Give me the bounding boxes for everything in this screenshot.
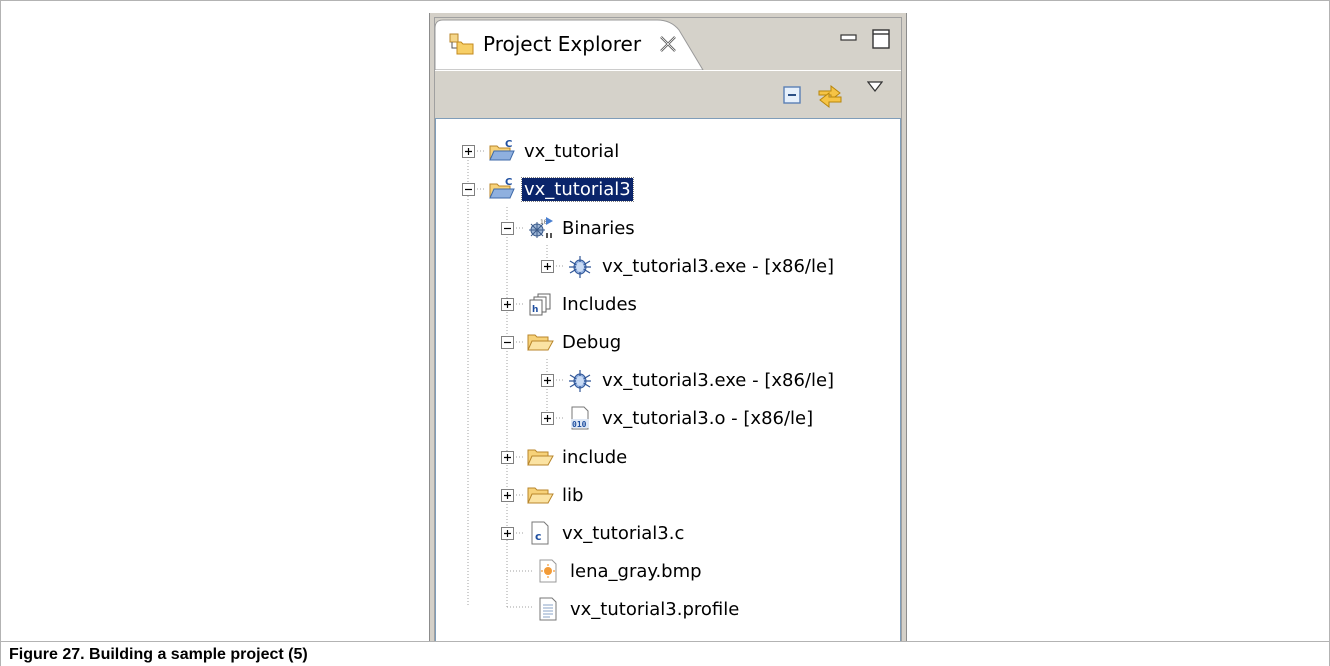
maximize-icon[interactable] [871, 28, 891, 50]
tree-item-label: lena_gray.bmp [570, 560, 702, 582]
project-explorer-view: Project Explorer C vx_tutorial C vx_tuto… [434, 17, 902, 643]
svg-text:C: C [505, 139, 512, 150]
tree-item-lib-folder[interactable]: lib [526, 480, 585, 510]
tree-item-label: vx_tutorial [524, 140, 620, 162]
svg-text:h: h [532, 305, 538, 315]
tree-item-label: vx_tutorial3.exe - [x86/le] [602, 255, 835, 277]
tree-item-label: vx_tutorial3.profile [570, 598, 740, 620]
view-title: Project Explorer [483, 32, 642, 56]
tree-item-label: vx_tutorial3.exe - [x86/le] [602, 369, 835, 391]
collapse-all-icon[interactable] [782, 85, 802, 105]
expand-toggle[interactable] [501, 489, 514, 502]
image-file-icon [539, 559, 557, 583]
bug-executable-icon [569, 256, 591, 278]
figure-caption: Figure 27. Building a sample project (5) [9, 646, 308, 663]
tree-item-label: include [562, 446, 628, 468]
collapse-toggle[interactable] [462, 183, 475, 196]
figure-frame: Project Explorer C vx_tutorial C vx_tuto… [0, 0, 1330, 666]
svg-text:c: c [535, 530, 542, 543]
tree-item-profile-file[interactable]: vx_tutorial3.profile [534, 594, 741, 624]
close-icon[interactable] [657, 34, 679, 54]
folder-open-icon [527, 334, 554, 351]
tree-item-label: Debug [562, 331, 622, 353]
expand-toggle[interactable] [501, 527, 514, 540]
tree-item-binary-exe[interactable]: vx_tutorial3.exe - [x86/le] [566, 251, 836, 281]
includes-icon: h [529, 293, 551, 316]
tree-item-binaries[interactable]: 10 Binaries [526, 213, 637, 243]
expand-toggle[interactable] [541, 412, 554, 425]
c-project-folder-icon: C [489, 177, 515, 199]
folder-icon [527, 487, 554, 504]
tree-item-label: lib [562, 484, 584, 506]
tree-item-bmp-file[interactable]: lena_gray.bmp [534, 556, 704, 586]
tree-item-label: Binaries [562, 217, 635, 239]
link-with-editor-icon[interactable] [816, 81, 844, 109]
c-source-file-icon: c [531, 521, 549, 545]
folder-icon [527, 449, 554, 466]
expand-toggle[interactable] [541, 374, 554, 387]
tree-item-label: vx_tutorial3 [521, 176, 634, 202]
collapse-toggle[interactable] [501, 222, 514, 235]
expand-toggle[interactable] [501, 451, 514, 464]
tree-item-label: vx_tutorial3.c [562, 522, 685, 544]
view-menu-icon[interactable] [867, 81, 883, 93]
project-explorer-icon [449, 33, 474, 55]
svg-text:C: C [505, 177, 512, 188]
tree-item-include-folder[interactable]: include [526, 442, 629, 472]
eclipse-view-panel: Project Explorer C vx_tutorial C vx_tuto… [429, 13, 907, 643]
expand-toggle[interactable] [501, 298, 514, 311]
tree-item-label: Includes [562, 293, 637, 315]
minimize-icon[interactable] [839, 28, 859, 48]
text-file-icon [539, 597, 557, 621]
collapse-toggle[interactable] [501, 336, 514, 349]
object-file-icon: 010 [571, 406, 589, 430]
tree-item-debug[interactable]: Debug [526, 327, 623, 357]
tree-item-includes[interactable]: h Includes [526, 289, 639, 319]
tree-item-vx-tutorial[interactable]: C vx_tutorial [488, 136, 621, 166]
tree-item-c-source[interactable]: c vx_tutorial3.c [526, 518, 686, 548]
project-tree: C vx_tutorial C vx_tutorial3 10 Binaries… [435, 118, 901, 643]
tab-project-explorer[interactable]: Project Explorer [435, 18, 705, 70]
binaries-icon: 10 [529, 217, 553, 238]
caption-bar: Figure 27. Building a sample project (5) [1, 641, 1329, 666]
tree-item-debug-exe[interactable]: vx_tutorial3.exe - [x86/le] [566, 365, 836, 395]
expand-toggle[interactable] [462, 145, 475, 158]
tree-item-object-file[interactable]: 010 vx_tutorial3.o - [x86/le] [566, 403, 815, 433]
bug-executable-icon [569, 370, 591, 392]
c-project-folder-icon: C [489, 139, 515, 161]
view-toolbar [435, 70, 901, 117]
tree-item-label: vx_tutorial3.o - [x86/le] [602, 407, 814, 429]
svg-text:010: 010 [572, 420, 587, 429]
tree-item-vx-tutorial3[interactable]: C vx_tutorial3 [488, 174, 634, 204]
expand-toggle[interactable] [541, 260, 554, 273]
